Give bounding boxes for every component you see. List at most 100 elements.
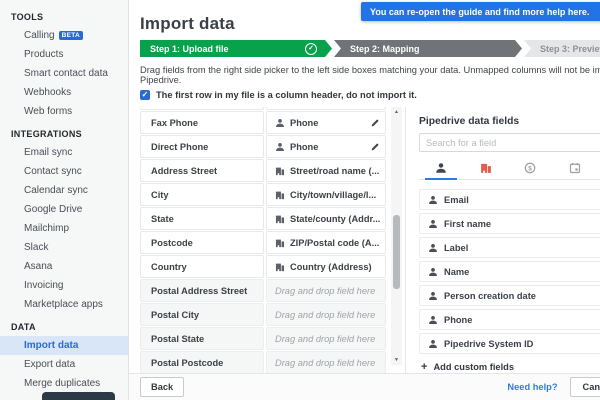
mapped-field[interactable]: City/town/village/l... [266,183,386,206]
mapped-field[interactable]: Country (Address) [266,255,386,278]
scroll-down-icon[interactable]: ▼ [394,357,399,363]
mapped-field[interactable]: Phone [266,135,386,158]
table-row-state: State State/county (Addr... [140,207,386,230]
person-icon [428,315,438,325]
sidebar-item-asana[interactable]: Asana [0,257,128,276]
mapped-field-label: Street/road name (... [290,166,379,176]
field-item-label[interactable]: Label [419,237,600,258]
drop-target[interactable]: Drag and drop field here [266,327,386,350]
source-column-label: Postal City [140,303,264,326]
organization-icon [275,262,285,272]
mapped-field[interactable]: ZIP/Postal code (A... [266,231,386,254]
person-icon [428,267,438,277]
footer: Back Need help? Cancel import [129,373,600,400]
edit-pencil-icon[interactable] [370,118,380,128]
scroll-up-icon[interactable]: ▲ [394,109,399,115]
edit-pencil-icon[interactable] [370,142,380,152]
sidebar-item-products[interactable]: Products [0,45,128,64]
table-row-postal-city: Postal City Drag and drop field here [140,303,386,326]
field-item-person-creation-date[interactable]: Person creation date [419,285,600,306]
need-help-link[interactable]: Need help? [507,382,557,392]
plus-icon: + [421,362,427,372]
sidebar-item-slack[interactable]: Slack [0,238,128,257]
tab-deal-fields[interactable]: $ [508,156,553,179]
sidebar-item-invoicing[interactable]: Invoicing [0,276,128,295]
table-row-postcode: Postcode ZIP/Postal code (A... [140,231,386,254]
beta-badge: BETA [59,31,83,40]
drop-target[interactable]: Drag and drop field here [266,279,386,302]
mapped-field[interactable]: Street/road name (... [266,159,386,182]
field-search-input[interactable] [419,133,600,152]
mapped-field-label: City/town/village/l... [290,190,376,200]
calendar-icon [569,162,581,174]
sidebar-item-web-forms[interactable]: Web forms [0,102,128,121]
table-row-postal-postcode: Postal Postcode Drag and drop field here [140,351,386,374]
add-custom-fields-label: Add custom fields [433,362,514,372]
field-item-phone[interactable]: Phone [419,309,600,330]
sidebar-item-calling[interactable]: CallingBETA [0,26,128,45]
table-row-city: City City/town/village/l... [140,183,386,206]
sidebar-item-contact-sync[interactable]: Contact sync [0,162,128,181]
mapped-field-label: Country (Address) [290,262,372,272]
instructions-text: Drag fields from the right side picker t… [140,65,600,85]
field-item-name[interactable]: Name [419,261,600,282]
tab-organization-fields[interactable] [464,156,509,179]
sidebar-item-webhooks[interactable]: Webhooks [0,83,128,102]
field-item-label: Pipedrive System ID [444,339,533,349]
mapped-field[interactable]: Phone [266,111,386,134]
field-item-pipedrive-system-id[interactable]: Pipedrive System ID [419,333,600,354]
source-column-label: Direct Phone [140,135,264,158]
source-column-label: City [140,183,264,206]
sidebar-item-export-data[interactable]: Export data [0,355,128,374]
sidebar-item-import-data[interactable]: Import data [0,336,128,355]
cancel-import-button[interactable]: Cancel import [570,377,600,397]
drop-target[interactable]: Drag and drop field here [266,351,386,374]
step-progress: Step 1: Upload file✓Step 2: MappingStep … [140,40,600,57]
svg-text:$: $ [528,165,532,172]
field-tabs: $ [419,156,600,180]
source-column-label: Postal Address Street [140,279,264,302]
step-label: Step 2: Mapping [350,44,420,54]
table-row-country: Country Country (Address) [140,255,386,278]
source-column-label: Postal Postcode [140,351,264,374]
table-row-postal-address-street: Postal Address Street Drag and drop fiel… [140,279,386,302]
sidebar-item-email-sync[interactable]: Email sync [0,143,128,162]
sidebar-item-calendar-sync[interactable]: Calendar sync [0,181,128,200]
scrollbar-thumb[interactable] [393,215,400,289]
organization-icon [275,214,285,224]
field-item-email[interactable]: Email [419,189,600,210]
step-label: Step 1: Upload file [150,44,229,54]
sidebar-section-title-tools: TOOLS [0,4,128,26]
notification-text: You can re-open the guide and find more … [370,7,589,17]
main-content: You can re-open the guide and find more … [129,0,600,400]
drop-placeholder-text: Drag and drop field here [275,334,375,344]
cutoff-element [42,392,115,400]
sidebar-item-marketplace-apps[interactable]: Marketplace apps [0,295,128,314]
add-custom-fields-button[interactable]: + Add custom fields [419,362,600,372]
mapped-field[interactable]: State/county (Addr... [266,207,386,230]
table-row-partial [140,107,386,110]
scrollbar[interactable]: ▲ ▼ [391,107,402,365]
tab-calendar-fields[interactable] [553,156,598,179]
table-row-postal-state: Postal State Drag and drop field here [140,327,386,350]
mapping-area: Fax Phone Phone Direct Phone Phone Addre… [140,107,600,383]
checkbox-label: The first row in my file is a column hea… [156,90,417,100]
sidebar-item-google-drive[interactable]: Google Drive [0,200,128,219]
sidebar-item-mailchimp[interactable]: Mailchimp [0,219,128,238]
drop-placeholder-text: Drag and drop field here [275,310,375,320]
step-step-2-mapping: Step 2: Mapping [334,40,522,57]
drop-target[interactable]: Drag and drop field here [266,303,386,326]
checkbox-checked-icon[interactable]: ✓ [140,90,150,100]
first-row-header-checkbox[interactable]: ✓ The first row in my file is a column h… [140,90,600,100]
back-button[interactable]: Back [140,377,184,397]
tab-person-fields[interactable] [419,156,464,179]
fields-panel-title: Pipedrive data fields [419,116,600,127]
sidebar-item-smart-contact-data[interactable]: Smart contact data [0,64,128,83]
step-label: Step 3: Preview and finish [540,44,600,54]
organization-icon [275,190,285,200]
mapped-field-label: ZIP/Postal code (A... [290,238,379,248]
field-item-label: Name [444,267,469,277]
sidebar-item-merge-duplicates[interactable]: Merge duplicates [0,374,128,393]
footer-right: Need help? Cancel import [507,377,600,397]
field-item-first-name[interactable]: First name [419,213,600,234]
